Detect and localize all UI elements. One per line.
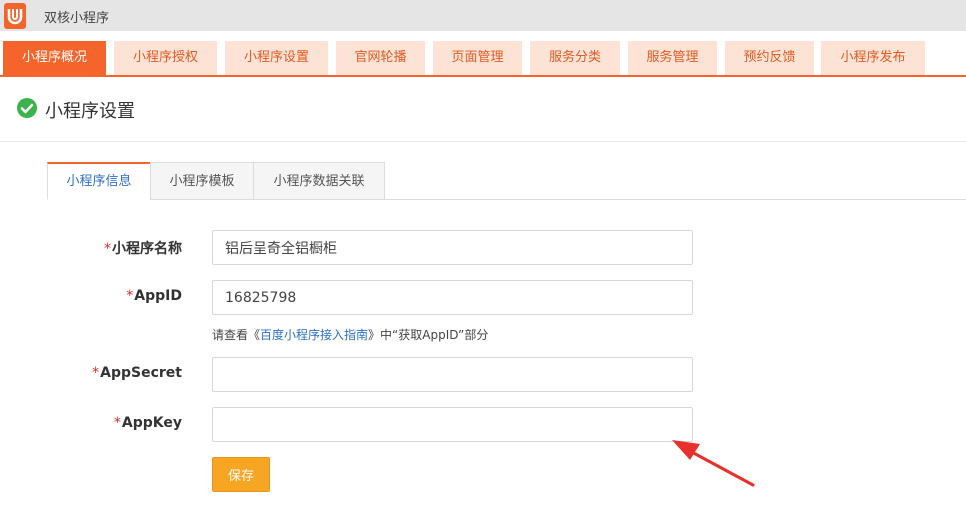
nav-item-authorize[interactable]: 小程序授权 (114, 41, 217, 75)
required-mark: * (126, 288, 134, 304)
tab-data-link[interactable]: 小程序数据关联 (253, 162, 385, 200)
nav-item-overview[interactable]: 小程序概况 (3, 41, 106, 75)
name-label: *小程序名称 (104, 241, 182, 257)
nav-item-carousel[interactable]: 官网轮播 (336, 41, 425, 75)
nav-item-categories[interactable]: 服务分类 (530, 41, 620, 75)
app-title: 双核小程序 (44, 11, 110, 26)
appkey-label: *AppKey (113, 415, 182, 431)
red-arrow-annotation (672, 440, 755, 487)
guide-link[interactable]: 百度小程序接入指南 (260, 328, 368, 342)
tab-info[interactable]: 小程序信息 (47, 162, 151, 200)
appsecret-label: *AppSecret (92, 365, 182, 381)
save-button[interactable]: 保存 (212, 457, 270, 492)
nav-item-settings[interactable]: 小程序设置 (225, 41, 328, 75)
nav-item-publish[interactable]: 小程序发布 (821, 41, 925, 75)
main-nav: 小程序概况 小程序授权 小程序设置 官网轮播 页面管理 服务分类 服务管理 预约… (0, 41, 966, 77)
name-input[interactable] (212, 230, 693, 265)
nav-item-feedback[interactable]: 预约反馈 (725, 41, 814, 75)
section-title: 小程序设置 (45, 101, 135, 122)
divider (0, 141, 966, 142)
required-mark: * (104, 241, 111, 257)
tab-bar: 小程序信息 小程序模板 小程序数据关联 (47, 162, 966, 200)
top-bar: 双核小程序 (0, 0, 966, 31)
u-logo-icon (4, 3, 26, 29)
nav-item-pages[interactable]: 页面管理 (433, 41, 522, 75)
check-circle-icon (17, 98, 37, 118)
tab-template[interactable]: 小程序模板 (150, 162, 254, 200)
nav-item-services[interactable]: 服务管理 (628, 41, 717, 75)
required-mark: * (113, 415, 121, 431)
appkey-input[interactable] (212, 407, 693, 442)
required-mark: * (92, 365, 100, 381)
appsecret-input[interactable] (212, 357, 693, 392)
appid-input[interactable] (212, 280, 693, 315)
appid-hint: 请查看《百度小程序接入指南》中“获取AppID”部分 (212, 328, 489, 342)
appid-label: *AppID (126, 288, 182, 304)
